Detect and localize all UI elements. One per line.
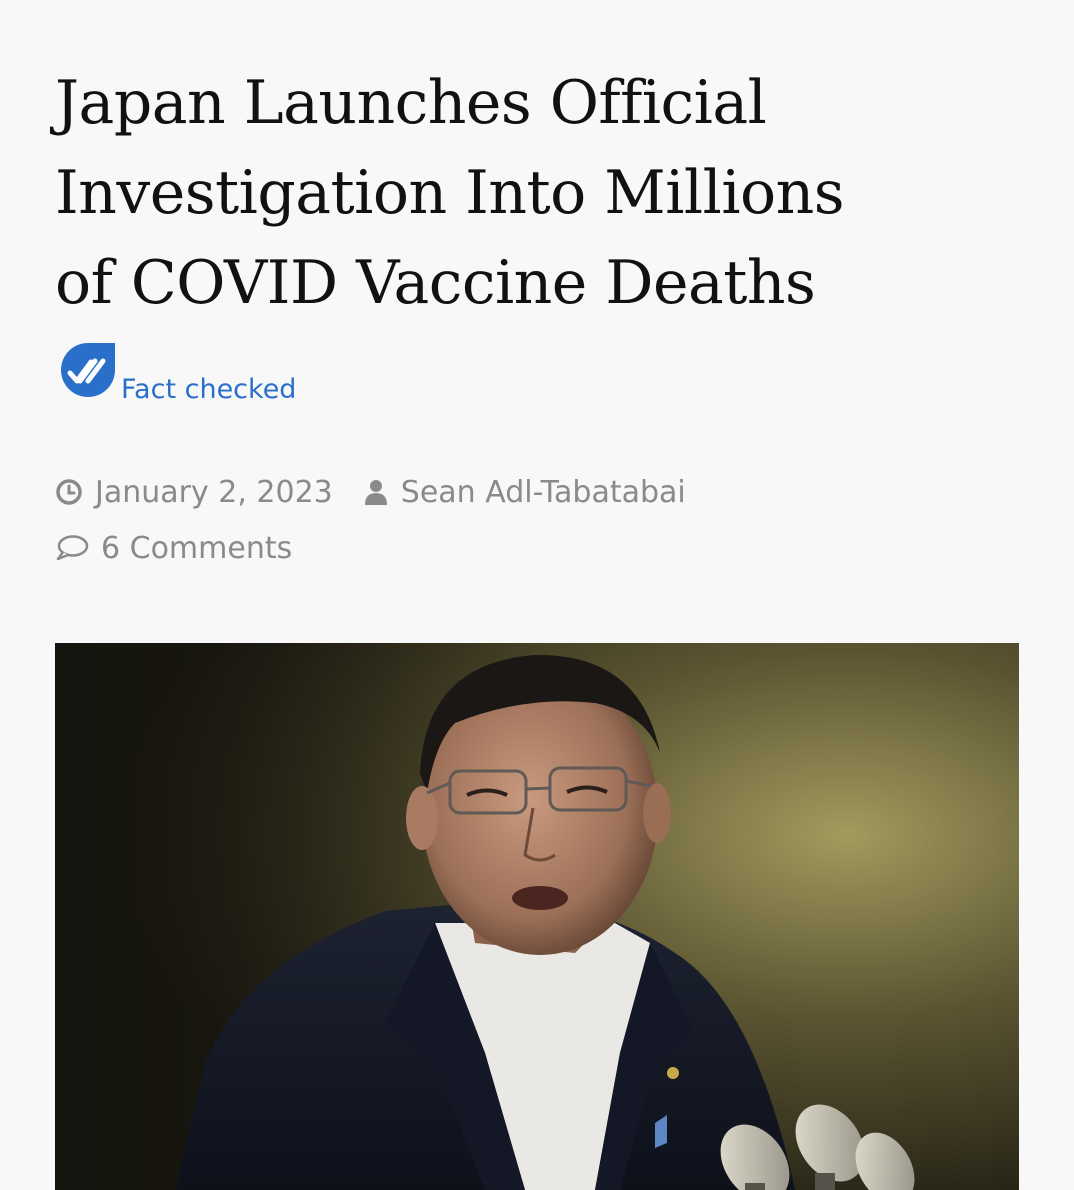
- post-date: January 2, 2023: [55, 475, 333, 510]
- article-meta-row: January 2, 2023 Sean Adl-Tabatabai: [55, 470, 686, 514]
- user-icon: [364, 480, 387, 505]
- comments-link[interactable]: 6 Comments: [55, 531, 292, 566]
- article-headline: Japan Launches Official Investigation In…: [55, 58, 1045, 328]
- hero-image-illustration: [55, 643, 1019, 1190]
- hero-image: [55, 643, 1019, 1190]
- comments-count: 6 Comments: [101, 530, 293, 566]
- author-name: Sean Adl-Tabatabai: [400, 474, 686, 510]
- fact-check-label: Fact checked: [121, 374, 297, 405]
- headline-line: Japan Launches Official: [55, 68, 767, 138]
- fact-check-link[interactable]: Fact checked: [58, 340, 378, 410]
- post-date-text: January 2, 2023: [95, 474, 333, 510]
- author-link[interactable]: Sean Adl-Tabatabai: [363, 475, 686, 510]
- double-check-badge-icon: [61, 343, 115, 397]
- headline-line: Investigation Into Millions: [55, 158, 845, 228]
- headline-line: of COVID Vaccine Deaths: [55, 248, 816, 318]
- comment-bubble-icon: [56, 535, 89, 561]
- clock-icon: [56, 479, 82, 505]
- article-comments-row: 6 Comments: [55, 526, 292, 570]
